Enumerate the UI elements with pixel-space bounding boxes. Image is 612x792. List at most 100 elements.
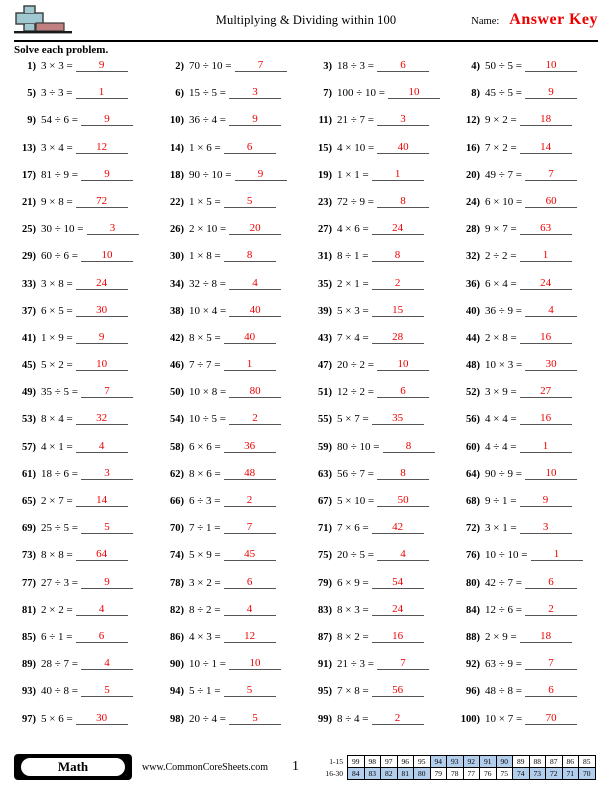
answer-blank[interactable]: 2 xyxy=(229,412,281,426)
answer-blank[interactable]: 60 xyxy=(525,195,578,208)
answer-blank[interactable]: 8 xyxy=(223,249,276,263)
answer-blank[interactable]: 45 xyxy=(223,548,276,562)
answer-blank[interactable]: 3 xyxy=(81,467,133,480)
answer-blank[interactable]: 9 xyxy=(81,576,133,589)
answer-blank[interactable]: 40 xyxy=(377,141,430,154)
answer-blank[interactable]: 16 xyxy=(519,331,572,344)
answer-blank[interactable]: 70 xyxy=(525,712,578,725)
answer-blank[interactable]: 1 xyxy=(530,548,583,562)
answer-blank[interactable]: 24 xyxy=(75,277,128,290)
answer-blank[interactable]: 16 xyxy=(371,630,424,643)
answer-blank[interactable]: 2 xyxy=(525,603,577,616)
answer-blank[interactable]: 4 xyxy=(525,304,577,317)
answer-blank[interactable]: 9 xyxy=(229,113,281,127)
answer-blank[interactable]: 4 xyxy=(223,603,276,616)
answer-blank[interactable]: 63 xyxy=(519,222,572,236)
answer-blank[interactable]: 2 xyxy=(371,277,424,290)
answer-blank[interactable]: 56 xyxy=(371,684,424,698)
answer-blank[interactable]: 27 xyxy=(519,385,572,399)
answer-blank[interactable]: 6 xyxy=(223,576,276,589)
answer-blank[interactable]: 36 xyxy=(223,440,276,453)
answer-blank[interactable]: 6 xyxy=(377,59,429,72)
answer-blank[interactable]: 7 xyxy=(223,521,276,535)
answer-blank[interactable]: 9 xyxy=(81,113,133,127)
answer-blank[interactable]: 6 xyxy=(223,141,276,154)
answer-blank[interactable]: 1 xyxy=(223,358,276,372)
answer-blank[interactable]: 9 xyxy=(81,168,133,181)
answer-blank[interactable]: 3 xyxy=(229,86,281,100)
answer-blank[interactable]: 6 xyxy=(75,630,128,643)
answer-blank[interactable]: 12 xyxy=(223,630,276,643)
answer-blank[interactable]: 1 xyxy=(519,249,572,263)
answer-blank[interactable]: 9 xyxy=(234,168,287,181)
answer-blank[interactable]: 24 xyxy=(519,277,572,290)
answer-blank[interactable]: 4 xyxy=(377,548,429,562)
answer-blank[interactable]: 5 xyxy=(81,684,133,698)
answer-blank[interactable]: 4 xyxy=(75,440,128,453)
answer-blank[interactable]: 5 xyxy=(229,712,281,725)
answer-blank[interactable]: 6 xyxy=(525,576,577,589)
answer-blank[interactable]: 2 xyxy=(223,494,276,507)
answer-blank[interactable]: 7 xyxy=(81,385,133,399)
answer-blank[interactable]: 14 xyxy=(519,141,572,154)
answer-blank[interactable]: 35 xyxy=(371,412,424,426)
answer-blank[interactable]: 10 xyxy=(525,59,577,72)
answer-blank[interactable]: 8 xyxy=(371,249,424,263)
answer-blank[interactable]: 1 xyxy=(371,168,424,181)
answer-blank[interactable]: 20 xyxy=(229,222,282,236)
answer-blank[interactable]: 4 xyxy=(75,603,128,616)
answer-blank[interactable]: 8 xyxy=(377,195,429,208)
answer-blank[interactable]: 4 xyxy=(81,657,133,671)
answer-blank[interactable]: 6 xyxy=(525,684,577,698)
answer-blank[interactable]: 30 xyxy=(525,358,578,372)
answer-blank[interactable]: 30 xyxy=(75,712,128,725)
answer-blank[interactable]: 12 xyxy=(75,141,128,154)
answer-blank[interactable]: 3 xyxy=(377,113,429,127)
answer-blank[interactable]: 9 xyxy=(75,331,128,344)
answer-blank[interactable]: 18 xyxy=(519,630,572,643)
answer-blank[interactable]: 54 xyxy=(371,576,424,589)
answer-blank[interactable]: 28 xyxy=(371,331,424,344)
answer-blank[interactable]: 7 xyxy=(525,168,577,181)
answer-blank[interactable]: 4 xyxy=(229,277,281,290)
answer-blank[interactable]: 50 xyxy=(377,494,430,507)
answer-blank[interactable]: 9 xyxy=(525,86,577,100)
answer-blank[interactable]: 24 xyxy=(371,222,424,236)
answer-blank[interactable]: 72 xyxy=(75,195,128,208)
answer-blank[interactable]: 9 xyxy=(519,494,572,507)
answer-blank[interactable]: 5 xyxy=(223,195,276,208)
answer-blank[interactable]: 32 xyxy=(75,412,128,426)
answer-blank[interactable]: 10 xyxy=(229,657,281,671)
answer-blank[interactable]: 64 xyxy=(75,548,128,562)
answer-blank[interactable]: 10 xyxy=(75,358,128,372)
answer-blank[interactable]: 15 xyxy=(371,304,424,317)
answer-blank[interactable]: 16 xyxy=(519,412,572,426)
answer-blank[interactable]: 3 xyxy=(86,222,139,236)
answer-blank[interactable]: 3 xyxy=(519,521,572,535)
answer-blank[interactable]: 8 xyxy=(382,440,435,453)
answer-blank[interactable]: 10 xyxy=(377,358,429,372)
answer-blank[interactable]: 40 xyxy=(229,304,282,317)
answer-blank[interactable]: 7 xyxy=(525,657,577,671)
answer-blank[interactable]: 1 xyxy=(519,440,572,453)
answer-blank[interactable]: 40 xyxy=(223,331,276,344)
answer-blank[interactable]: 2 xyxy=(371,712,424,725)
answer-blank[interactable]: 48 xyxy=(223,467,276,480)
answer-blank[interactable]: 9 xyxy=(75,59,128,72)
answer-blank[interactable]: 18 xyxy=(519,113,572,127)
answer-blank[interactable]: 14 xyxy=(75,494,128,507)
answer-blank[interactable]: 1 xyxy=(75,86,128,100)
answer-blank[interactable]: 8 xyxy=(377,467,429,480)
answer-blank[interactable]: 10 xyxy=(525,467,577,480)
answer-blank[interactable]: 7 xyxy=(377,657,429,671)
answer-blank[interactable]: 7 xyxy=(234,59,287,72)
answer-blank[interactable]: 10 xyxy=(388,86,440,100)
answer-blank[interactable]: 5 xyxy=(223,684,276,698)
answer-blank[interactable]: 30 xyxy=(75,304,128,317)
answer-blank[interactable]: 24 xyxy=(371,603,424,616)
answer-blank[interactable]: 6 xyxy=(377,385,429,399)
answer-blank[interactable]: 5 xyxy=(81,521,133,535)
answer-blank[interactable]: 80 xyxy=(229,385,282,399)
answer-blank[interactable]: 10 xyxy=(81,249,133,263)
answer-blank[interactable]: 42 xyxy=(371,521,424,535)
